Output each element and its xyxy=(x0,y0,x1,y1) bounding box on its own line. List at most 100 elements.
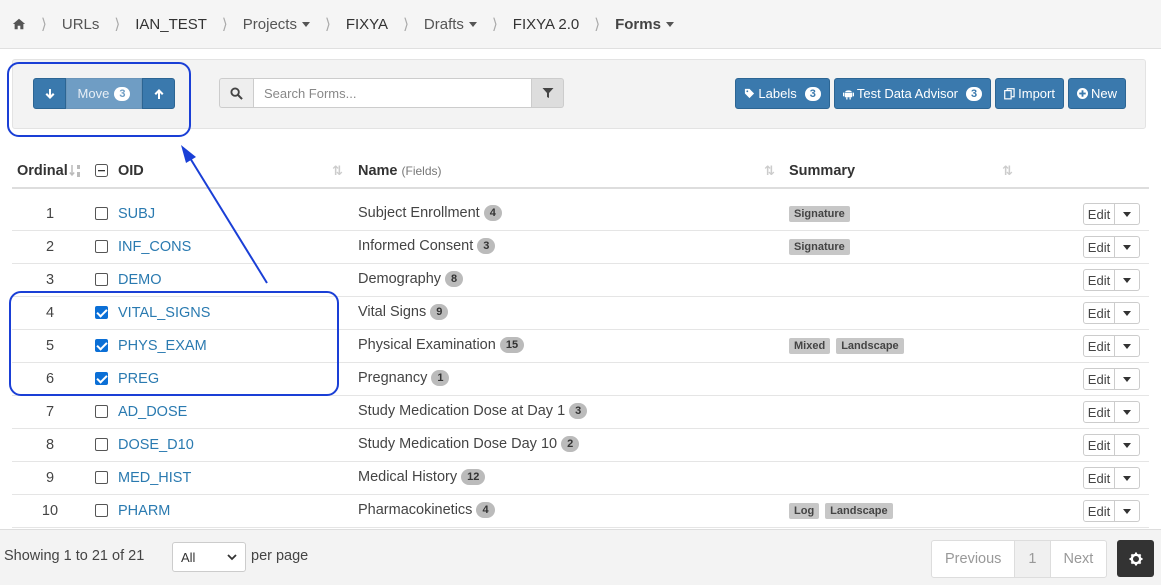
breadcrumb-urls[interactable]: URLs xyxy=(62,16,100,33)
filter-button[interactable] xyxy=(532,78,564,108)
oid-link[interactable]: DOSE_D10 xyxy=(118,437,194,453)
edit-button[interactable]: Edit xyxy=(1083,500,1115,522)
sort-icon[interactable]: ⇅ xyxy=(764,163,775,179)
header-name-label: Name xyxy=(358,163,398,179)
field-count-badge: 3 xyxy=(569,403,588,419)
caret-down-icon xyxy=(468,21,477,27)
edit-dropdown-button[interactable] xyxy=(1115,500,1140,522)
select-all-checkbox[interactable] xyxy=(95,164,108,177)
tda-count-badge: 3 xyxy=(966,86,983,101)
breadcrumb-ian-test[interactable]: IAN_TEST xyxy=(135,16,207,33)
oid-link[interactable]: DEMO xyxy=(118,272,162,288)
move-button[interactable]: Move 3 xyxy=(66,78,142,109)
oid-link[interactable]: MED_HIST xyxy=(118,470,191,486)
row-checkbox[interactable] xyxy=(95,306,108,319)
new-button[interactable]: New xyxy=(1067,78,1126,109)
caret-down-icon xyxy=(1123,409,1131,415)
edit-dropdown-button[interactable] xyxy=(1115,368,1140,390)
separator-icon: ⟩ xyxy=(114,16,121,33)
edit-dropdown-button[interactable] xyxy=(1115,203,1140,225)
oid-link[interactable]: INF_CONS xyxy=(118,239,191,255)
header-oid[interactable]: OID xyxy=(118,163,144,179)
row-checkbox[interactable] xyxy=(95,405,108,418)
edit-button[interactable]: Edit xyxy=(1083,467,1115,489)
header-ordinal[interactable]: Ordinal xyxy=(17,163,83,179)
edit-button[interactable]: Edit xyxy=(1083,269,1115,291)
row-checkbox[interactable] xyxy=(95,471,108,484)
edit-button[interactable]: Edit xyxy=(1083,434,1115,456)
sort-icon[interactable]: ⇅ xyxy=(332,163,343,179)
per-page-select[interactable]: All xyxy=(172,542,246,572)
header-ordinal-label: Ordinal xyxy=(17,163,68,179)
separator-icon: ⟩ xyxy=(594,16,601,33)
row-checkbox[interactable] xyxy=(95,207,108,220)
row-checkbox[interactable] xyxy=(95,240,108,253)
move-up-button[interactable] xyxy=(142,78,175,109)
separator-icon: ⟩ xyxy=(491,16,498,33)
edit-dropdown-button[interactable] xyxy=(1115,335,1140,357)
oid-link[interactable]: PHYS_EXAM xyxy=(118,338,207,354)
home-icon[interactable] xyxy=(12,17,26,31)
table-row: 10 PHARM Pharmacokinetics 4 Log Landscape Edit xyxy=(12,495,1149,528)
edit-dropdown-button[interactable] xyxy=(1115,236,1140,258)
oid-link[interactable]: AD_DOSE xyxy=(118,404,187,420)
test-data-advisor-button[interactable]: Test Data Advisor 3 xyxy=(833,78,992,109)
name-cell: Pharmacokinetics 4 xyxy=(358,502,495,518)
page-number[interactable]: 1 xyxy=(1015,541,1051,577)
edit-group: Edit xyxy=(1083,500,1140,522)
per-page-label: per page xyxy=(251,548,309,564)
search-input[interactable] xyxy=(253,78,532,108)
breadcrumb-drafts[interactable]: Drafts xyxy=(424,16,477,33)
header-oid-label: OID xyxy=(118,163,144,179)
import-button[interactable]: Import xyxy=(995,78,1064,109)
breadcrumb-fixya-2[interactable]: FIXYA 2.0 xyxy=(513,16,579,33)
move-button-group: Move 3 xyxy=(33,78,175,109)
tag-icon xyxy=(745,88,755,99)
labels-count-badge: 3 xyxy=(804,86,821,101)
ordinal-cell: 9 xyxy=(45,470,55,486)
filter-icon xyxy=(542,88,553,98)
move-down-button[interactable] xyxy=(33,78,66,109)
summary-tag: Mixed xyxy=(789,338,831,354)
oid-link[interactable]: SUBJ xyxy=(118,206,155,222)
row-checkbox[interactable] xyxy=(95,504,108,517)
search-group xyxy=(219,78,564,108)
sort-icon[interactable]: ⇅ xyxy=(1002,163,1013,179)
header-name[interactable]: Name (Fields) xyxy=(358,163,442,179)
row-checkbox[interactable] xyxy=(95,372,108,385)
edit-button[interactable]: Edit xyxy=(1083,203,1115,225)
previous-button[interactable]: Previous xyxy=(932,541,1016,577)
edit-dropdown-button[interactable] xyxy=(1115,434,1140,456)
edit-button[interactable]: Edit xyxy=(1083,335,1115,357)
caret-down-icon xyxy=(1123,343,1131,349)
edit-button[interactable]: Edit xyxy=(1083,236,1115,258)
breadcrumb-fixya[interactable]: FIXYA xyxy=(346,16,388,33)
oid-link[interactable]: PREG xyxy=(118,371,159,387)
labels-button[interactable]: Labels 3 xyxy=(735,78,830,109)
row-checkbox[interactable] xyxy=(95,273,108,286)
edit-button[interactable]: Edit xyxy=(1083,302,1115,324)
ordinal-cell: 5 xyxy=(45,338,55,354)
edit-dropdown-button[interactable] xyxy=(1115,302,1140,324)
oid-link[interactable]: PHARM xyxy=(118,503,170,519)
oid-link[interactable]: VITAL_SIGNS xyxy=(118,305,210,321)
breadcrumb-forms[interactable]: Forms xyxy=(615,16,674,33)
header-summary[interactable]: Summary xyxy=(789,163,855,179)
field-count-badge: 15 xyxy=(499,337,525,353)
row-checkbox[interactable] xyxy=(95,339,108,352)
name-cell: Vital Signs 9 xyxy=(358,304,449,320)
edit-button[interactable]: Edit xyxy=(1083,368,1115,390)
row-checkbox[interactable] xyxy=(95,438,108,451)
table-row: 9 MED_HIST Medical History 12 Edit xyxy=(12,462,1149,495)
form-name: Pregnancy xyxy=(358,370,428,386)
edit-dropdown-button[interactable] xyxy=(1115,467,1140,489)
next-button[interactable]: Next xyxy=(1051,541,1107,577)
ordinal-cell: 8 xyxy=(45,437,55,453)
header-summary-label: Summary xyxy=(789,163,856,179)
edit-dropdown-button[interactable] xyxy=(1115,401,1140,423)
settings-button[interactable] xyxy=(1117,540,1154,577)
edit-button[interactable]: Edit xyxy=(1083,401,1115,423)
edit-dropdown-button[interactable] xyxy=(1115,269,1140,291)
edit-group: Edit xyxy=(1083,302,1140,324)
breadcrumb-projects[interactable]: Projects xyxy=(243,16,310,33)
